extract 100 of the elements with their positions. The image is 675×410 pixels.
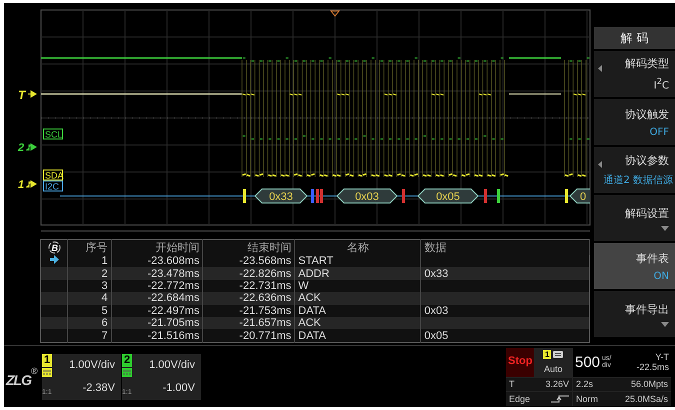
run-status[interactable]: Stop [506,348,534,377]
table-cell: -22.826ms [239,268,292,280]
menu-item[interactable]: 协议触发 OFF [594,99,675,145]
logo: ZLG [6,372,31,388]
bus-marker [497,189,500,203]
menu-value: I$^{2}$C [654,76,669,92]
menu-item[interactable]: 事件表 ON [594,243,675,289]
table-cell: 3 [102,280,108,292]
bus-marker [402,189,405,203]
decode-packet: 0x05 [417,188,479,204]
table-cell: -22.772ms [147,280,200,292]
column-header: 名称 [294,240,421,255]
menu-label: 事件导出 [625,302,669,316]
rising-edge-icon [551,394,569,403]
table-cell: -22.497ms [147,304,200,317]
decode-packet: 0x33 [254,188,308,204]
table-cell: -22.684ms [147,292,200,304]
bus-marker [243,189,246,203]
caret-icon [661,226,669,230]
menu-title: 解 码 [594,27,675,49]
bus-marker [565,189,568,203]
table-cell: 2 [102,268,108,280]
arrow-icon [28,90,37,98]
trigger-delay: -22.5ms [636,362,669,372]
bus-icon[interactable]: B [48,241,61,254]
menu-label: 解码设置 [625,206,669,220]
table-cell: ACK [298,292,321,304]
channel-label: SCL [43,128,63,140]
menu-label: 协议参数 [625,153,669,168]
menu-item[interactable]: 协议参数 通道2 数据信源 [594,147,675,193]
table-cell: 0x05 [424,330,448,342]
volts-per-div: 1.00V/div [69,359,115,371]
channel-label: I2C [43,180,63,192]
bus-marker [311,189,314,203]
trigger-mode: Auto [544,364,562,374]
bus-marker [484,189,487,203]
table-cell: 6 [102,317,108,330]
table-cell: ADDR [298,268,330,280]
trigger-source-badge: 1 [543,350,552,360]
memory-depth: 56.0Mpts [630,379,668,390]
menu-label: 事件表 [636,250,669,266]
edge-arrow-icon [26,180,37,188]
channel-offset: -2.38V [82,382,115,394]
table-cell: 5 [102,304,108,317]
menu-value: 通道2 数据信源 [603,174,673,187]
table-cell: -21.657ms [239,317,292,330]
column-header: 数据 [420,240,590,255]
column-header: 结束时间 [202,240,295,255]
trigger-position-icon [330,10,340,17]
sample-rate: 25.0MSa/s [624,394,668,404]
menu-value: ON [654,270,669,282]
table-cell: 1 [102,255,108,268]
trigger-level-label: T [18,88,26,102]
table-cell: -21.753ms [239,304,292,317]
time-mode: Y-T [655,352,669,362]
column-header: 序号 [68,240,112,255]
channel-badge: 2 [122,354,132,366]
menu-label: 协议触发 [625,106,669,122]
table-cell: -23.478ms [147,268,200,280]
table-cell: DATA [298,304,326,317]
menu-item[interactable]: 事件导出 [594,291,675,337]
channel-marker: 2 [18,142,24,154]
table-cell: -20.771ms [239,330,292,342]
table-cell: 0x03 [424,304,448,317]
table-cell: DATA [298,330,326,342]
table-cell: 4 [102,292,108,304]
decode-packet: 0 [569,188,590,204]
trigger-type: Edge [509,394,530,404]
volts-per-div: 1.00V/div [149,359,195,371]
table-cell: 0x33 [424,268,448,280]
decode-packet: 0x03 [336,188,398,204]
menu-label: 解码类型 [625,56,669,72]
table-cell: -22.731ms [239,280,292,292]
registered-mark: ® [31,366,38,376]
record-time: 2.2s [576,379,594,390]
table-cell: W [298,280,309,292]
table-cell: -22.636ms [239,292,292,304]
coupling-icon [42,368,52,376]
table-cell: -23.568ms [239,255,292,268]
table-cell: -21.705ms [147,317,200,330]
table-cell: -21.516ms [147,330,200,342]
table-cell: ACK [298,317,321,330]
column-header: 开始时间 [111,240,203,255]
channel-offset: -1.00V [162,382,195,394]
menu-item[interactable]: 解码设置 [594,195,675,241]
coupling-icon [553,351,564,358]
timebase-value: 500 [575,354,600,371]
trigger-level: 3.26V [545,379,569,390]
channel-marker: 1 [18,179,24,191]
menu-item[interactable]: 解码类型 I$^{2}$C [594,51,675,97]
channel-badge: 1 [42,354,52,366]
table-cell: 7 [102,330,108,342]
coupling-icon [122,368,132,376]
menu-value: OFF [650,126,669,138]
table-cell: -23.608ms [147,255,200,268]
caret-icon [661,322,669,326]
trigger-label: T [509,379,514,390]
edge-arrow-icon [26,144,37,150]
acquisition-mode: Norm [576,394,598,404]
table-cell: START [298,255,334,268]
